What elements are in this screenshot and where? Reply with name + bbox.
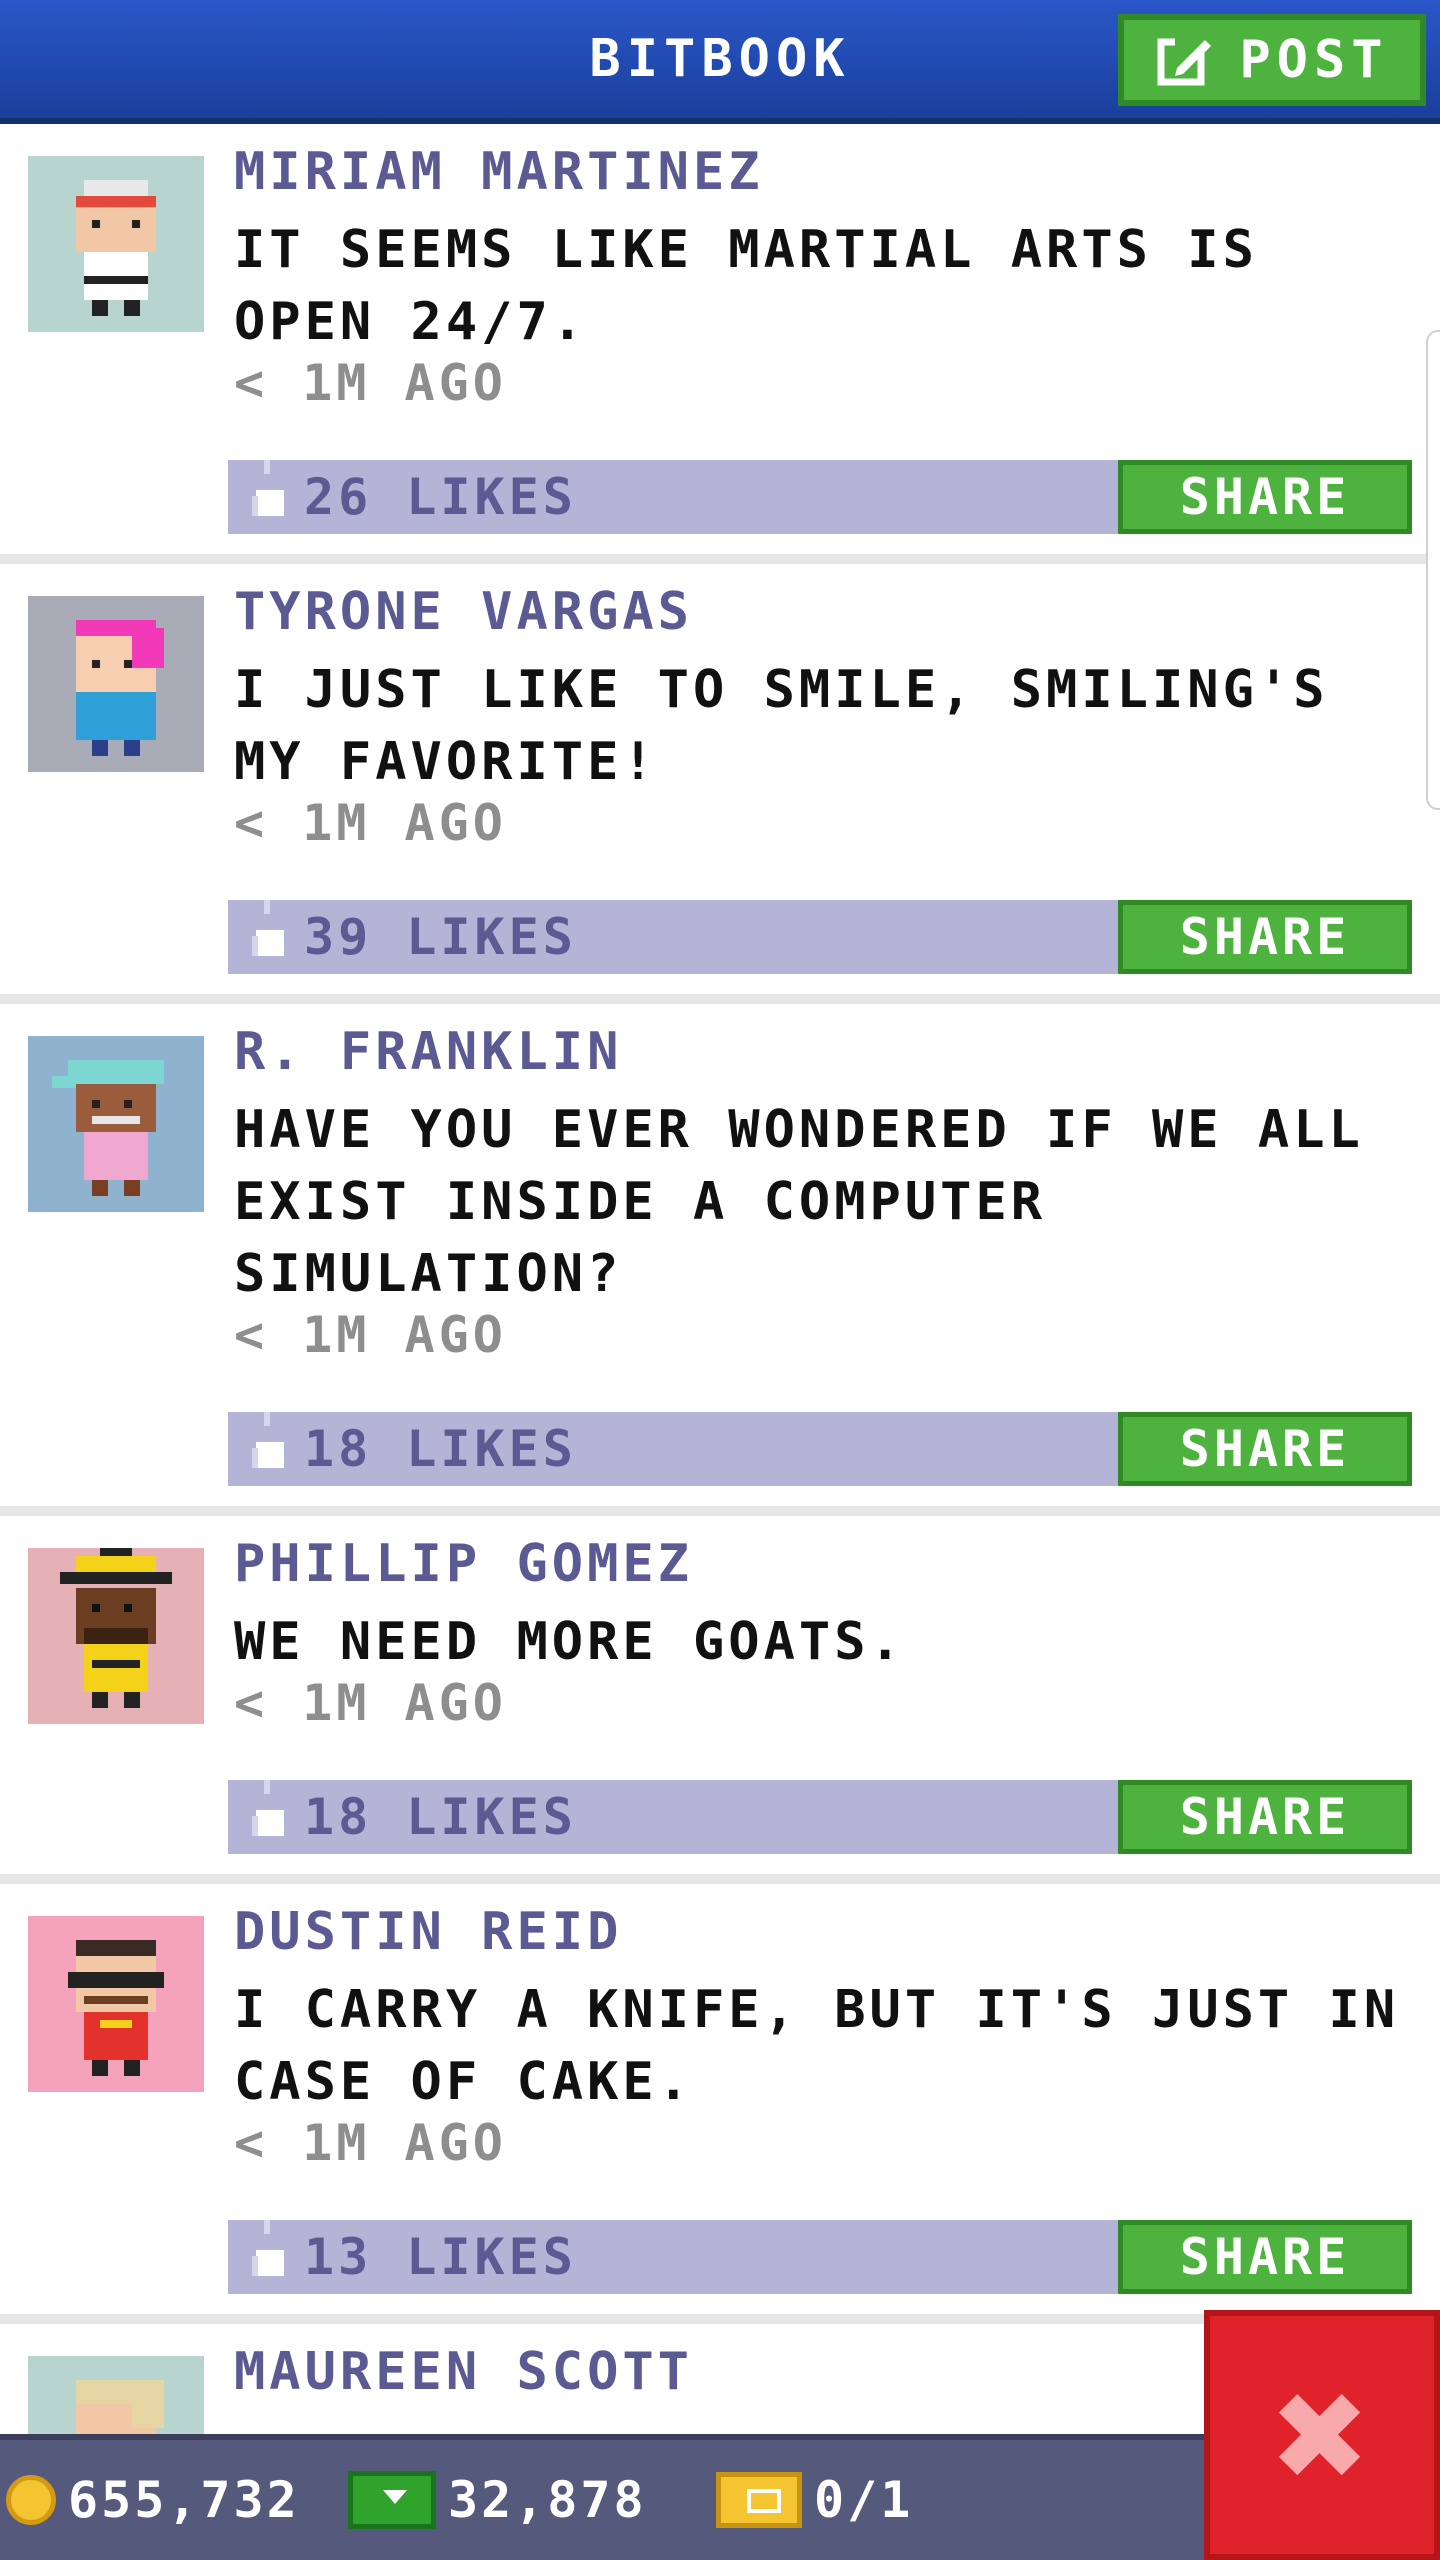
- post-time: < 1M AGO: [234, 2114, 507, 2172]
- post-author[interactable]: MIRIAM MARTINEZ: [234, 142, 764, 202]
- bux-stat: 32,878: [348, 2440, 647, 2560]
- post-text: WE NEED MORE GOATS.: [234, 1612, 905, 1672]
- avatar-yellow-hat-icon: [60, 1548, 172, 1708]
- likes-count: 26 LIKES: [304, 468, 577, 526]
- likes-count: 18 LIKES: [304, 1788, 577, 1846]
- post-button-label: POST: [1239, 30, 1389, 90]
- share-button[interactable]: SHARE: [1118, 1412, 1412, 1486]
- feed[interactable]: MIRIAM MARTINEZ IT SEEMS LIKE MARTIAL AR…: [0, 124, 1440, 2434]
- thumbs-up-icon[interactable]: [250, 890, 292, 974]
- likes-bar: 13 LIKES SHARE: [228, 2220, 1412, 2294]
- post-card: MIRIAM MARTINEZ IT SEEMS LIKE MARTIAL AR…: [0, 124, 1440, 564]
- avatar[interactable]: [28, 1548, 204, 1724]
- likes-bar: 18 LIKES SHARE: [228, 1412, 1412, 1486]
- post-card: PHILLIP GOMEZ WE NEED MORE GOATS. < 1M A…: [0, 1516, 1440, 1884]
- share-button[interactable]: SHARE: [1118, 2220, 1412, 2294]
- avatar[interactable]: [28, 2356, 204, 2434]
- share-button[interactable]: SHARE: [1118, 1780, 1412, 1854]
- post-time: < 1M AGO: [234, 1306, 507, 1364]
- likes-bar: 26 LIKES SHARE: [228, 460, 1412, 534]
- avatar[interactable]: [28, 1916, 204, 2092]
- post-author[interactable]: R. FRANKLIN: [234, 1022, 622, 1082]
- share-button[interactable]: SHARE: [1118, 460, 1412, 534]
- close-icon: ✖: [1273, 2341, 1371, 2528]
- post-text: HAVE YOU EVER WONDERED IF WE ALL EXIST I…: [234, 1100, 1364, 1304]
- thumbs-up-icon[interactable]: [250, 450, 292, 534]
- post-author[interactable]: DUSTIN REID: [234, 1902, 622, 1962]
- post-time: < 1M AGO: [234, 1674, 507, 1732]
- ticket-icon: [716, 2472, 802, 2528]
- thumbs-up-icon[interactable]: [250, 1770, 292, 1854]
- likes-bar: 39 LIKES SHARE: [228, 900, 1412, 974]
- post-card: TYRONE VARGAS I JUST LIKE TO SMILE, SMIL…: [0, 564, 1440, 1004]
- avatar-masked-icon: [68, 1940, 164, 2076]
- post-card: R. FRANKLIN HAVE YOU EVER WONDERED IF WE…: [0, 1004, 1440, 1516]
- avatar-martial-artist-icon: [76, 180, 156, 316]
- post-author[interactable]: MAUREEN SCOTT: [234, 2342, 693, 2402]
- post-text: IT SEEMS LIKE MARTIAL ARTS IS OPEN 24/7.: [234, 220, 1258, 352]
- app-root: BITBOOK POST MIRIAM MARTINEZ IT SEEMS LI…: [0, 0, 1440, 2560]
- post-card: DUSTIN REID I CARRY A KNIFE, BUT IT'S JU…: [0, 1884, 1440, 2324]
- share-button[interactable]: SHARE: [1118, 900, 1412, 974]
- post-author[interactable]: PHILLIP GOMEZ: [234, 1534, 693, 1594]
- coins-value: 655,732: [68, 2471, 300, 2529]
- avatar[interactable]: [28, 156, 204, 332]
- post-text: I JUST LIKE TO SMILE, SMILING'S MY FAVOR…: [234, 660, 1329, 792]
- coins-stat: 655,732: [6, 2440, 300, 2560]
- scrollbar[interactable]: [1426, 330, 1440, 810]
- avatar-blonde-icon: [76, 2380, 164, 2434]
- bux-icon: [348, 2471, 436, 2529]
- likes-count: 13 LIKES: [304, 2228, 577, 2286]
- avatar-cap-icon: [52, 1060, 164, 1196]
- likes-count: 18 LIKES: [304, 1420, 577, 1478]
- coin-icon: [6, 2475, 56, 2525]
- bux-value: 32,878: [448, 2471, 647, 2529]
- post-button[interactable]: POST: [1118, 14, 1426, 106]
- avatar[interactable]: [28, 596, 204, 772]
- close-button[interactable]: ✖: [1204, 2310, 1440, 2560]
- edit-icon: [1157, 34, 1212, 86]
- post-text: I CARRY A KNIFE, BUT IT'S JUST IN CASE O…: [234, 1980, 1400, 2112]
- likes-bar: 18 LIKES SHARE: [228, 1780, 1412, 1854]
- tickets-value: 0/1: [814, 2471, 914, 2529]
- post-author[interactable]: TYRONE VARGAS: [234, 582, 693, 642]
- header: BITBOOK POST: [0, 0, 1440, 124]
- thumbs-up-icon[interactable]: [250, 1402, 292, 1486]
- tickets-stat: 0/1: [716, 2440, 913, 2560]
- avatar-pink-hair-icon: [76, 620, 164, 756]
- post-time: < 1M AGO: [234, 354, 507, 412]
- thumbs-up-icon[interactable]: [250, 2210, 292, 2294]
- post-time: < 1M AGO: [234, 794, 507, 852]
- likes-count: 39 LIKES: [304, 908, 577, 966]
- avatar[interactable]: [28, 1036, 204, 1212]
